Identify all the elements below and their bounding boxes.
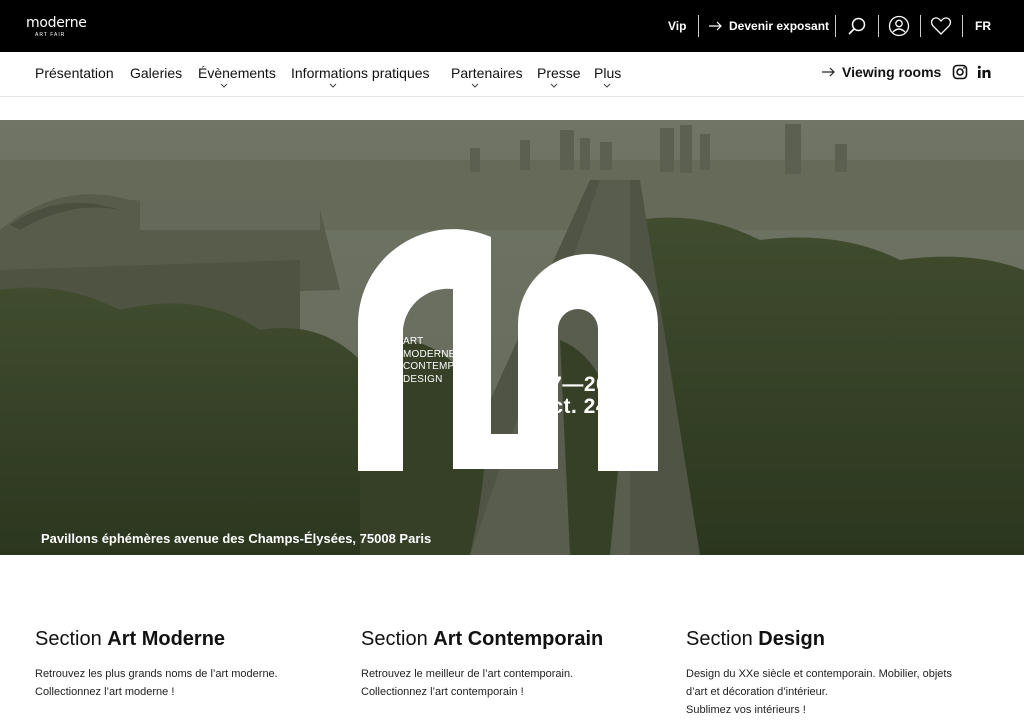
tagline-line: ART xyxy=(403,336,424,347)
divider xyxy=(698,15,699,37)
nav-item-plus[interactable]: Plus xyxy=(594,65,621,81)
chevron-down-icon[interactable] xyxy=(329,82,337,90)
section-prefix: Section xyxy=(35,628,108,650)
section-title: Section Art Moderne xyxy=(35,628,335,651)
section-line: Sublimez vos intérieurs ! xyxy=(686,704,806,716)
section-name: Art Contemporain xyxy=(433,628,604,650)
hero-tagline: ART MODERNE & CONTEMPORAIN, DESIGN xyxy=(403,336,490,386)
user-icon[interactable] xyxy=(887,14,911,38)
tagline-line: DESIGN xyxy=(403,373,443,385)
divider xyxy=(920,15,921,37)
instagram-icon[interactable] xyxy=(952,64,968,80)
language-label: FR xyxy=(975,19,991,33)
language-switch[interactable]: FR xyxy=(975,0,991,52)
section-text: Retrouvez les plus grands noms de l’art … xyxy=(35,665,335,701)
top-bar: moderne ART FAIR Vip Devenir exposant FR xyxy=(0,0,1024,52)
section-title: Section Art Contemporain xyxy=(361,628,661,651)
section-prefix: Section xyxy=(686,628,759,650)
viewing-rooms-label: Viewing rooms xyxy=(842,64,942,80)
nav-item-informations-pratiques[interactable]: Informations pratiques xyxy=(291,65,430,81)
section-art-contemporain[interactable]: Section Art Contemporain Retrouvez le me… xyxy=(361,628,661,701)
vip-link[interactable]: Vip xyxy=(668,0,686,52)
date-month: oct. 24 xyxy=(538,395,609,418)
section-line: Retrouvez les plus grands noms de l’art … xyxy=(35,668,278,680)
nav-item-evenements[interactable]: Évènements xyxy=(198,65,276,81)
viewing-rooms-link[interactable]: Viewing rooms xyxy=(822,64,941,80)
section-line: Collectionnez l’art moderne ! xyxy=(35,686,175,698)
nav-item-presentation[interactable]: Présentation xyxy=(35,65,114,81)
hero-address: Pavillons éphémères avenue des Champs-Él… xyxy=(41,531,432,546)
tagline-line: CONTEMPORAIN, xyxy=(403,361,491,372)
section-art-moderne[interactable]: Section Art Moderne Retrouvez les plus g… xyxy=(35,628,335,701)
divider xyxy=(835,15,836,37)
tagline-line: MODERNE & xyxy=(403,348,466,360)
devenir-exposant-label: Devenir exposant xyxy=(729,19,830,33)
section-line: Retrouvez le meilleur de l’art contempor… xyxy=(361,668,574,680)
date-range: 17—20 xyxy=(538,373,609,396)
section-title: Section Design xyxy=(686,628,986,651)
section-name: Art Moderne xyxy=(107,628,226,650)
heart-icon[interactable] xyxy=(929,14,953,38)
chevron-down-icon[interactable] xyxy=(550,82,558,90)
section-prefix: Section xyxy=(361,628,434,650)
vip-label: Vip xyxy=(668,19,687,33)
chevron-down-icon[interactable] xyxy=(220,82,228,90)
section-name: Design xyxy=(758,628,825,650)
divider xyxy=(878,15,879,37)
section-text: Retrouvez le meilleur de l’art contempor… xyxy=(361,665,661,701)
nav-item-partenaires[interactable]: Partenaires xyxy=(451,65,523,81)
section-design[interactable]: Section Design Design du XXe siècle et c… xyxy=(686,628,986,719)
logo-sub: ART FAIR xyxy=(35,32,66,38)
nav-item-presse[interactable]: Presse xyxy=(537,65,581,81)
section-text: Design du XXe siècle et contemporain. Mo… xyxy=(686,665,986,719)
search-icon[interactable] xyxy=(845,14,869,38)
section-line: d’art et décoration d’intérieur. xyxy=(686,686,828,698)
arrow-right-icon xyxy=(822,67,835,77)
site-logo[interactable]: moderne ART FAIR xyxy=(26,15,87,41)
chevron-down-icon[interactable] xyxy=(471,82,479,90)
linkedin-icon[interactable] xyxy=(976,64,992,80)
divider xyxy=(962,15,963,37)
arrow-right-icon xyxy=(709,21,722,31)
chevron-down-icon[interactable] xyxy=(603,82,611,90)
section-line: Collectionnez l’art contemporain ! xyxy=(361,686,524,698)
logo-main: moderne xyxy=(26,15,87,31)
section-line: Design du XXe siècle et contemporain. Mo… xyxy=(686,668,952,680)
hero-dates: 17—20 oct. 24 xyxy=(538,374,608,418)
nav-item-galeries[interactable]: Galeries xyxy=(130,65,182,81)
devenir-exposant-link[interactable]: Devenir exposant xyxy=(709,0,829,52)
